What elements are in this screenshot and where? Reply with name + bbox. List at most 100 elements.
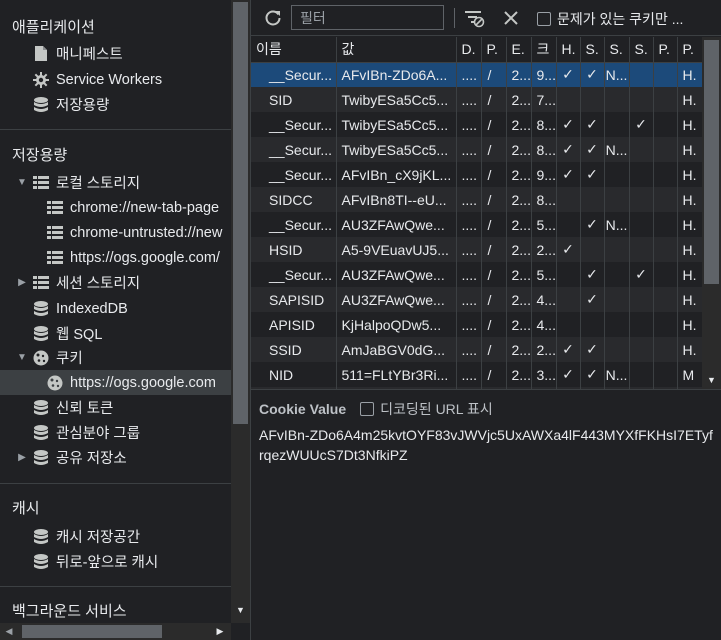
document-icon: [32, 46, 50, 62]
section-title-storage: 저장용량: [12, 147, 68, 164]
table-cell: [629, 162, 654, 187]
only-issues-checkbox[interactable]: 문제가 있는 쿠키만 ...: [537, 9, 683, 29]
database-icon: [32, 449, 50, 466]
table-cell: 4...: [531, 312, 557, 337]
sidebar-item-local-storage[interactable]: ▼ 로컬 스토리지: [0, 170, 231, 195]
sidebar-horizontal-scroll-thumb[interactable]: [22, 625, 162, 638]
table-cell: [556, 312, 581, 337]
table-cell: AFvIBn8TI--eU...: [336, 187, 457, 212]
sidebar-item-trust-tokens[interactable]: 신뢰 토큰: [0, 395, 231, 420]
column-header[interactable]: 값: [336, 37, 457, 63]
sidebar-item-manifest[interactable]: 매니페스트: [0, 41, 231, 66]
clear-filter-icon[interactable]: [463, 7, 485, 29]
table-row[interactable]: SSID AmJaBGV0dG......./2... 2... ✓ ✓ H.: [251, 337, 702, 362]
chevron-down-icon[interactable]: ▼: [16, 352, 28, 363]
sidebar-item-shared-storage[interactable]: ▶ 공유 저장소: [0, 445, 231, 470]
table-cell: 8...: [531, 112, 557, 137]
column-header[interactable]: D.: [456, 37, 482, 63]
table-cell: [653, 62, 678, 87]
table-row[interactable]: HSID A5-9VEuavUJ5......./2... 2... ✓ H.: [251, 237, 702, 262]
column-header[interactable]: 이름: [251, 37, 337, 63]
sidebar-item-storage-overview[interactable]: 저장용량: [0, 92, 231, 117]
table-row[interactable]: __Secur... AFvIBn_cX9jKL......./2... 9... ✓…: [251, 162, 702, 187]
sidebar-item-local-storage-origin[interactable]: chrome://new-tab-page: [0, 195, 231, 220]
table-cell: TwibyESa5Cc5...: [336, 87, 457, 112]
table-cell: [604, 112, 630, 137]
database-icon: [32, 300, 50, 317]
database-icon: [32, 399, 50, 416]
table-cell: 5...: [531, 262, 557, 287]
sidebar-vertical-scroll-thumb[interactable]: [233, 2, 248, 424]
table-cell: 7...: [531, 87, 557, 112]
sidebar-item-label: 쿠키: [56, 351, 83, 367]
table-cell: [629, 87, 654, 112]
table-cell: 2...: [506, 62, 532, 87]
sidebar-item-cookies[interactable]: ▼ 쿠키: [0, 345, 231, 370]
delete-all-icon[interactable]: [501, 8, 521, 28]
sidebar-item-label: 신뢰 토큰: [56, 401, 114, 417]
table-cell: ✓: [580, 137, 605, 162]
table-row[interactable]: NID 511=FLtYBr3Ri......./2... 3... ✓ ✓ N... M: [251, 362, 702, 387]
decode-url-label: 디코딩된 URL 표시: [380, 401, 493, 417]
sidebar-item-local-storage-origin[interactable]: chrome-untrusted://new: [0, 220, 231, 245]
checkbox-box[interactable]: [537, 12, 551, 26]
table-cell: ....: [456, 87, 482, 112]
scroll-left-arrow-icon[interactable]: ◀: [2, 623, 16, 640]
column-header[interactable]: H.: [556, 37, 581, 63]
sidebar-tree: 애플리케이션 매니페스트 Service Workers 저장용량 저장용량 ▼…: [0, 0, 231, 623]
chevron-right-icon[interactable]: ▶: [16, 452, 28, 463]
column-header[interactable]: P.: [677, 37, 702, 63]
table-vertical-scroll-thumb[interactable]: [704, 40, 719, 284]
column-header[interactable]: P.: [481, 37, 507, 63]
table-cell: ....: [456, 287, 482, 312]
filter-input[interactable]: [291, 5, 444, 30]
column-header[interactable]: S.: [604, 37, 630, 63]
table-divider[interactable]: [251, 389, 721, 390]
sidebar-item-websql[interactable]: 웹 SQL: [0, 321, 231, 346]
column-header[interactable]: S.: [580, 37, 605, 63]
sidebar-item-cache-storage[interactable]: 캐시 저장공간: [0, 524, 231, 549]
table-cell: [604, 87, 630, 112]
column-header[interactable]: S.: [629, 37, 654, 63]
table-row[interactable]: APISID KjHalpoQDw5......./2... 4... H.: [251, 312, 702, 337]
sidebar-item-local-storage-origin[interactable]: https://ogs.google.com/: [0, 245, 231, 270]
table-cell: [653, 137, 678, 162]
table-cell: [604, 337, 630, 362]
decode-url-checkbox[interactable]: [360, 402, 375, 416]
column-header[interactable]: 크: [531, 37, 557, 63]
table-row[interactable]: __Secur... AU3ZFAwQwe......./2... 5... ✓ N..…: [251, 212, 702, 237]
sidebar-item-service-workers[interactable]: Service Workers: [0, 67, 231, 92]
table-row[interactable]: __Secur... AFvIBn-ZDo6A......./2... 9... ✓ ✓…: [251, 62, 702, 87]
table-row[interactable]: __Secur... AU3ZFAwQwe......./2... 5... ✓ ✓ H.: [251, 262, 702, 287]
table-cell: [653, 287, 678, 312]
table-cell: [604, 187, 630, 212]
sidebar-item-session-storage[interactable]: ▶ 세션 스토리지: [0, 270, 231, 295]
table-row[interactable]: __Secur... TwibyESa5Cc5......./2... 8... ✓ ✓…: [251, 137, 702, 162]
table-cell: SID: [251, 87, 337, 112]
chevron-down-icon[interactable]: ▼: [16, 177, 28, 188]
table-cell: H.: [677, 212, 702, 237]
only-issues-label: 문제가 있는 쿠키만 ...: [557, 11, 684, 27]
sidebar-item-label: 로컬 스토리지: [56, 176, 141, 192]
table-row[interactable]: SAPISID AU3ZFAwQwe......./2... 4... ✓ H.: [251, 287, 702, 312]
scroll-down-arrow-icon[interactable]: ▼: [231, 600, 250, 620]
table-row[interactable]: __Secur... TwibyESa5Cc5......./2... 8... ✓ ✓…: [251, 112, 702, 137]
column-header[interactable]: E.: [506, 37, 532, 63]
column-header[interactable]: P.: [653, 37, 678, 63]
table-cell: /: [481, 312, 507, 337]
sidebar-item-indexeddb[interactable]: IndexedDB: [0, 296, 231, 321]
sidebar-item-bfcache[interactable]: 뒤로-앞으로 캐시: [0, 549, 231, 574]
sidebar-item-cookie-origin[interactable]: https://ogs.google.com: [0, 370, 231, 395]
sidebar-item-label: 세션 스토리지: [56, 276, 141, 292]
sidebar-item-interest-groups[interactable]: 관심분야 그룹: [0, 420, 231, 445]
sidebar-item-label: Service Workers: [56, 71, 163, 88]
refresh-icon[interactable]: [263, 8, 283, 28]
table-row[interactable]: SID TwibyESa5Cc5......./2... 7... H.: [251, 87, 702, 112]
cookie-value-text[interactable]: AFvIBn-ZDo6A4m25kvtOYF83vJWVjc5UxAWXa4lF…: [259, 425, 715, 465]
table-row[interactable]: SIDCC AFvIBn8TI--eU......./2... 8... H.: [251, 187, 702, 212]
table-cell: H.: [677, 62, 702, 87]
scroll-down-arrow-icon[interactable]: ▼: [702, 372, 721, 388]
scroll-right-arrow-icon[interactable]: ▶: [213, 623, 227, 640]
chevron-right-icon[interactable]: ▶: [16, 277, 28, 288]
table-cell: 2...: [506, 162, 532, 187]
